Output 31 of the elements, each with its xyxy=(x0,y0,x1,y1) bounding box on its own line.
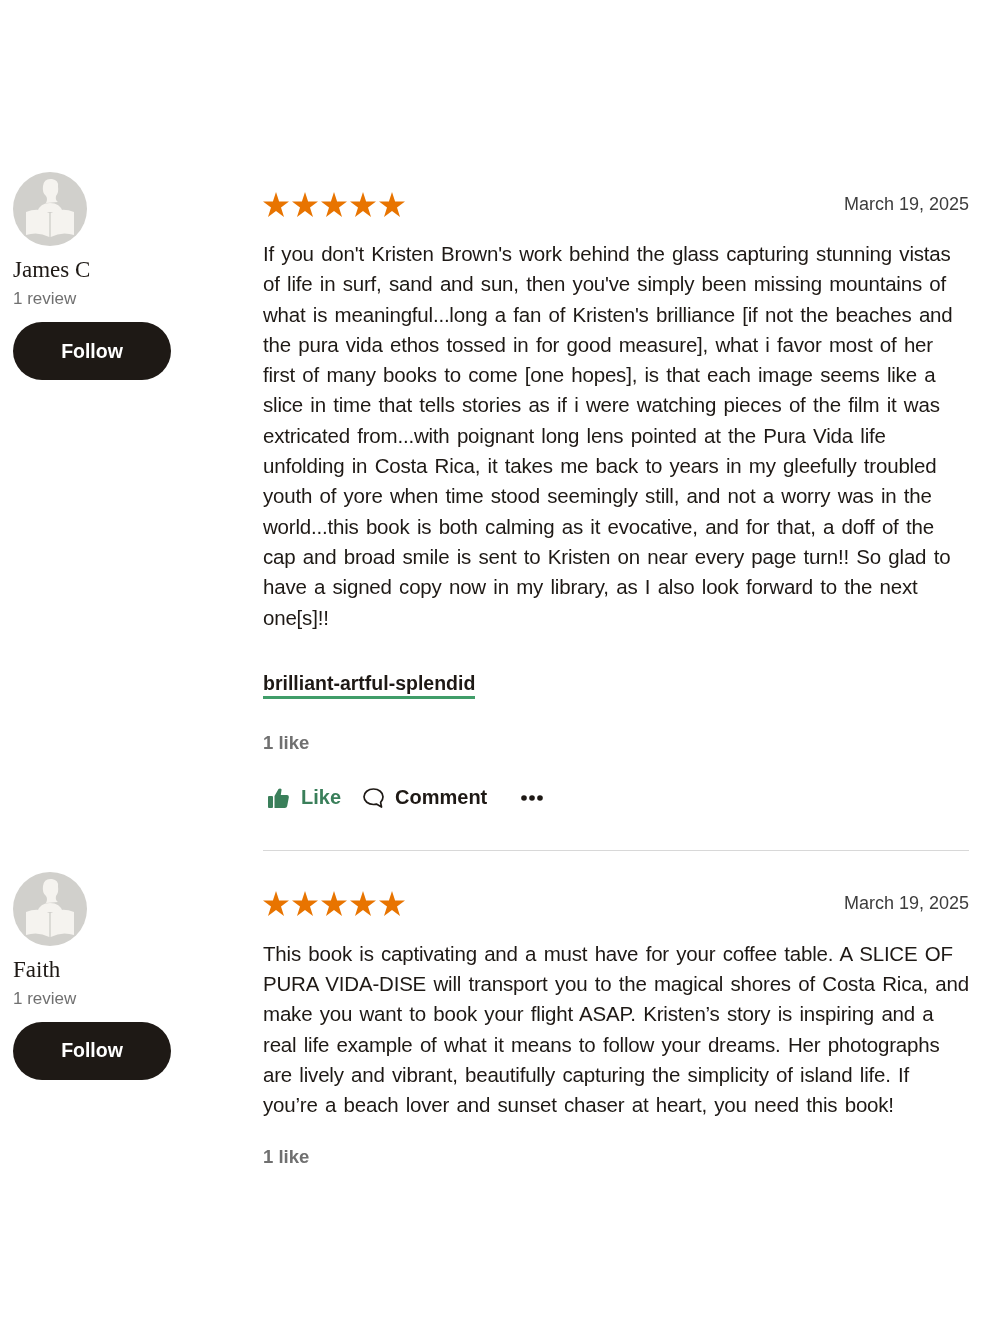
shelf-tag-link[interactable]: brilliant-artful-splendid xyxy=(263,670,476,699)
like-count: 1 like xyxy=(263,1144,310,1169)
follow-button[interactable]: Follow xyxy=(13,1021,171,1080)
star-icon xyxy=(379,191,405,217)
review-count: 1 review xyxy=(13,288,77,310)
reader-avatar-icon xyxy=(13,172,87,246)
star-icon xyxy=(350,191,376,217)
review-text: This book is captivating and a must have for your coffee table. A SLICE OF PURA VIDA-DISE will transport you to the magical shores of Costa Rica, and make you want to book your flight ASAP. Kristen’s story is inspiring and a real life example of what it means to follow your dreams. Her photographs are lively and vibrant, beautifully capturing the simplicity of island life. If you’re a beach lover and sunset chaser at heart, you need this book! xyxy=(263,940,969,1119)
star-icon xyxy=(263,891,289,917)
like-button[interactable]: Like xyxy=(268,786,342,810)
review-date: March 19, 2025 xyxy=(843,893,969,915)
reviewer-name: Faith xyxy=(13,955,61,983)
thumbs-up-icon xyxy=(268,787,289,808)
like-count: 1 like xyxy=(263,730,310,755)
review-count: 1 review xyxy=(13,987,77,1010)
more-button[interactable] xyxy=(521,794,544,801)
star-icon xyxy=(292,891,318,917)
comment-button[interactable]: Comment xyxy=(363,786,488,810)
star-icon xyxy=(292,191,318,217)
star-icon xyxy=(321,891,347,917)
star-icon xyxy=(350,891,376,917)
review-date: March 19, 2025 xyxy=(843,193,969,215)
review-text: If you don't Kristen Brown's work behind the glass capturing stunning vistas of life in surf, sand and sun, then you've simply been missing mountains of what is meaningful...long a fan of Kristen's brilliance [if not the beaches and the pura vida ethos tossed in for good measure], what i favor most of her first of many books to come [one hopes], is that each image seems like a slice in time that tells stories as if i were watching pieces of the film it was extricated from...with poignant long lens pointed at the Pura Vida life unfolding in Costa Rica, it takes me back to years in my gleefully troubled youth of yore when time stood seemingly still, and not a worry was in the world...this book is both calming as it evocative, and for that, a doff of the cap and broad smile is sent to Kristen on near every page turn!! So glad to have a signed copy now in my library, as I also look forward to the next one[s]!! xyxy=(263,241,954,631)
speech-bubble-icon xyxy=(363,787,385,808)
star-icon xyxy=(321,191,347,217)
reviewer-name: James C xyxy=(13,256,91,283)
reader-avatar-icon xyxy=(13,871,87,946)
star-icon xyxy=(263,191,289,217)
follow-button[interactable]: Follow xyxy=(13,322,171,380)
more-dots-icon xyxy=(521,794,544,801)
star-icon xyxy=(379,891,405,917)
